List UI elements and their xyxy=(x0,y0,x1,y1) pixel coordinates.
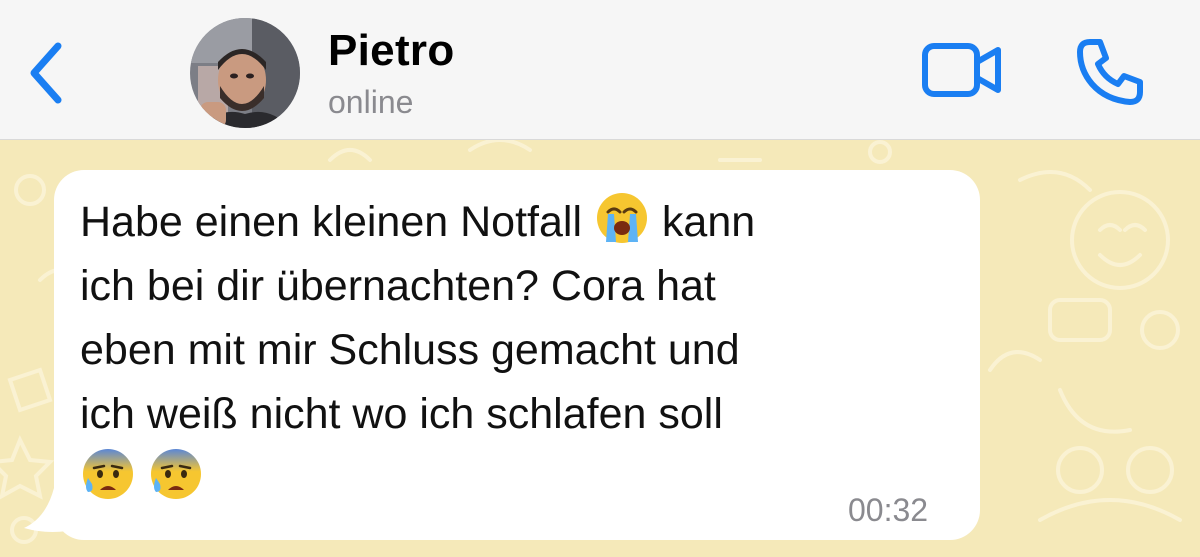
avatar[interactable] xyxy=(190,18,300,128)
message-line: Habe einen kleinen Notfall kann xyxy=(80,190,940,254)
voice-call-button[interactable] xyxy=(1074,36,1146,108)
phone-icon xyxy=(1077,39,1143,105)
message-line: ich weiß nicht wo ich schlafen soll xyxy=(80,390,723,438)
message-line xyxy=(80,446,940,510)
message-line: eben mit mir Schluss gemacht und xyxy=(80,326,740,374)
video-camera-icon xyxy=(922,43,1001,97)
chat-header: Pietro online xyxy=(0,0,1200,140)
message-line: ich bei dir übernachten? Cora hat xyxy=(80,262,716,310)
anxious-face-with-sweat-icon xyxy=(80,446,136,502)
loudly-crying-face-icon xyxy=(594,190,650,246)
message-segment: Habe einen kleinen Notfall xyxy=(80,198,582,246)
contact-status: online xyxy=(328,84,414,120)
chevron-left-icon xyxy=(30,42,62,104)
avatar-photo xyxy=(190,18,300,128)
anxious-face-with-sweat-icon xyxy=(148,446,204,502)
message-text[interactable]: Habe einen kleinen Notfall kann ich bei … xyxy=(80,190,940,510)
message-timestamp: 00:32 xyxy=(848,492,929,528)
video-call-button[interactable] xyxy=(920,40,1004,100)
message-segment: kann xyxy=(661,198,756,246)
contact-name[interactable]: Pietro xyxy=(328,26,455,76)
back-button[interactable] xyxy=(22,38,70,108)
